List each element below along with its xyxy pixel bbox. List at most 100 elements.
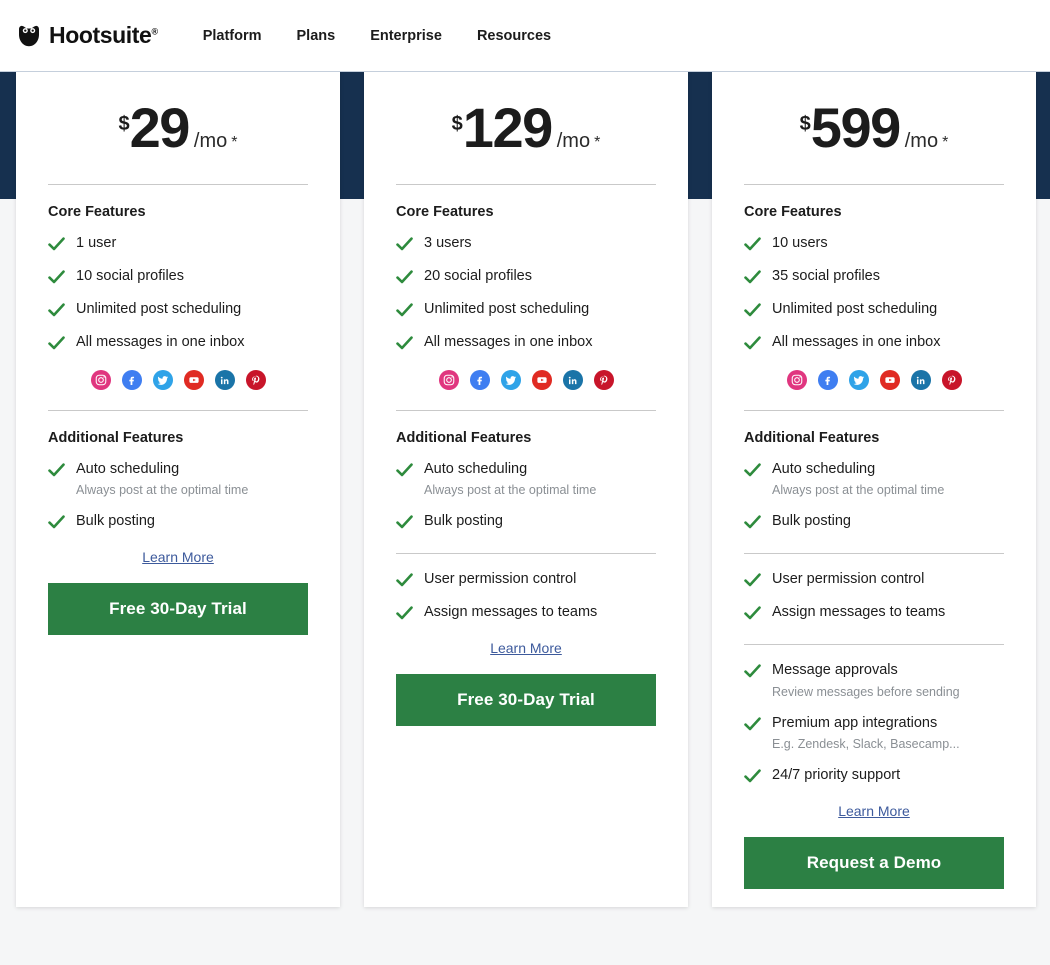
nav-item-resources[interactable]: Resources xyxy=(477,28,551,44)
feature-label: All messages in one inbox xyxy=(772,334,941,350)
youtube-icon[interactable] xyxy=(879,370,900,390)
additional-features-heading: Additional Features xyxy=(744,430,880,446)
learn-more-wrap: Learn More xyxy=(48,549,308,567)
check-icon xyxy=(744,768,761,785)
instagram-icon[interactable] xyxy=(90,370,111,390)
youtube-icon[interactable] xyxy=(531,370,552,390)
feature-label: Unlimited post scheduling xyxy=(76,301,242,317)
linkedin-icon[interactable] xyxy=(910,370,931,390)
main-nav: Platform Plans Enterprise Resources xyxy=(203,28,551,44)
feature-item: 10 users xyxy=(744,234,1004,253)
feature-item: 1 user xyxy=(48,234,308,253)
feature-label: User permission control xyxy=(424,571,577,588)
feature-item: 24/7 priority support xyxy=(744,766,1004,785)
feature-item: All messages in one inbox xyxy=(744,333,1004,352)
price-asterisk: * xyxy=(594,134,601,151)
check-icon xyxy=(48,462,65,479)
core-features-heading: Core Features xyxy=(48,204,146,220)
twitter-icon[interactable] xyxy=(500,370,521,390)
check-icon xyxy=(396,335,413,352)
core-features-heading: Core Features xyxy=(744,204,842,220)
price-period: /mo xyxy=(904,130,939,152)
feature-label: Unlimited post scheduling xyxy=(772,301,938,317)
price-period: /mo xyxy=(556,130,591,152)
feature-item: Bulk posting xyxy=(48,512,308,531)
pinterest-icon[interactable] xyxy=(941,370,962,390)
learn-more-link[interactable]: Learn More xyxy=(490,640,562,656)
learn-more-wrap: Learn More xyxy=(744,803,1004,821)
feature-label: Premium app integrations xyxy=(772,714,938,731)
youtube-icon[interactable] xyxy=(183,370,204,390)
pinterest-icon[interactable] xyxy=(593,370,614,390)
price-period: /mo xyxy=(193,130,228,152)
check-icon xyxy=(744,514,761,531)
linkedin-icon[interactable] xyxy=(214,370,235,390)
check-icon xyxy=(48,269,65,286)
cta-button-business[interactable]: Request a Demo xyxy=(744,837,1004,890)
cta-button-professional[interactable]: Free 30-Day Trial xyxy=(48,583,308,636)
feature-sublabel: Always post at the optimal time xyxy=(424,483,597,498)
divider xyxy=(48,184,308,185)
linkedin-icon[interactable] xyxy=(562,370,583,390)
feature-sublabel: Always post at the optimal time xyxy=(76,483,249,498)
twitter-icon[interactable] xyxy=(848,370,869,390)
instagram-icon[interactable] xyxy=(438,370,459,390)
feature-label: Assign messages to teams xyxy=(772,604,946,621)
check-icon xyxy=(744,462,761,479)
nav-item-plans[interactable]: Plans xyxy=(297,28,336,44)
learn-more-link[interactable]: Learn More xyxy=(142,549,214,565)
price-amount: 29 xyxy=(129,96,191,159)
feature-item: Premium app integrations E.g. Zendesk, Sl… xyxy=(744,714,1004,752)
registered-mark: ® xyxy=(151,26,158,37)
nav-item-platform[interactable]: Platform xyxy=(203,28,262,44)
hootsuite-logo[interactable]: Hootsuite® xyxy=(16,23,158,49)
check-icon xyxy=(48,236,65,253)
supported-networks-row xyxy=(744,370,1004,390)
feature-label: 10 social profiles xyxy=(76,268,184,284)
divider xyxy=(48,410,308,411)
feature-item: Auto scheduling Always post at the optima… xyxy=(48,460,308,498)
feature-item: 10 social profiles xyxy=(48,267,308,286)
logo-wordmark: Hootsuite® xyxy=(49,22,158,48)
feature-item: All messages in one inbox xyxy=(48,333,308,352)
facebook-icon[interactable] xyxy=(817,370,838,390)
divider xyxy=(396,410,656,411)
cta-button-team[interactable]: Free 30-Day Trial xyxy=(396,674,656,727)
feature-item: Unlimited post scheduling xyxy=(744,300,1004,319)
check-icon xyxy=(744,716,761,733)
feature-item: 3 users xyxy=(396,234,656,253)
feature-item: Auto scheduling Always post at the optima… xyxy=(396,460,656,498)
price-row: $599/mo * xyxy=(744,72,1004,184)
nav-item-enterprise[interactable]: Enterprise xyxy=(370,28,442,44)
pricing-card-professional: $29/mo * Core Features 1 user 10 social prof… xyxy=(16,55,340,908)
feature-item: User permission control xyxy=(396,570,656,589)
pricing-card-grid: $29/mo * Core Features 1 user 10 social prof… xyxy=(0,55,1050,908)
check-icon xyxy=(744,572,761,589)
divider xyxy=(396,184,656,185)
check-icon xyxy=(744,663,761,680)
price-currency: $ xyxy=(799,113,811,135)
facebook-icon[interactable] xyxy=(469,370,490,390)
feature-label: 3 users xyxy=(424,235,472,251)
feature-item: Assign messages to teams xyxy=(396,603,656,622)
check-icon xyxy=(48,514,65,531)
site-header: Hootsuite® Platform Plans Enterprise Res… xyxy=(0,0,1050,72)
twitter-icon[interactable] xyxy=(152,370,173,390)
additional-features-heading: Additional Features xyxy=(396,430,532,446)
check-icon xyxy=(744,302,761,319)
feature-sublabel: Always post at the optimal time xyxy=(772,483,945,498)
feature-item: User permission control xyxy=(744,570,1004,589)
instagram-icon[interactable] xyxy=(786,370,807,390)
learn-more-link[interactable]: Learn More xyxy=(838,803,910,819)
feature-label: All messages in one inbox xyxy=(76,334,245,350)
check-icon xyxy=(396,269,413,286)
divider xyxy=(744,184,1004,185)
feature-item: All messages in one inbox xyxy=(396,333,656,352)
core-features-heading: Core Features xyxy=(396,204,494,220)
facebook-icon[interactable] xyxy=(121,370,142,390)
additional-features-heading: Additional Features xyxy=(48,430,184,446)
feature-item: 35 social profiles xyxy=(744,267,1004,286)
price-amount: 599 xyxy=(810,96,901,159)
pinterest-icon[interactable] xyxy=(245,370,266,390)
feature-item: 20 social profiles xyxy=(396,267,656,286)
